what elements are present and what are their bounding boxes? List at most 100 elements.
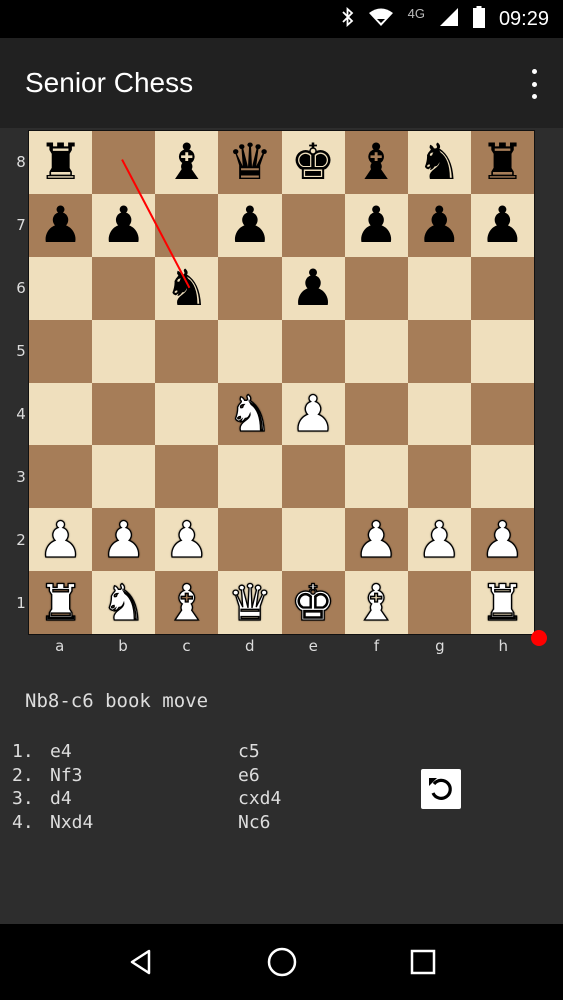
square-d7[interactable]: ♟ xyxy=(218,193,282,257)
square-f2[interactable]: ♟ xyxy=(344,508,408,572)
square-e4[interactable]: ♟ xyxy=(281,382,345,446)
white-knight-icon[interactable]: ♞ xyxy=(101,577,147,628)
square-a8[interactable]: ♜ xyxy=(29,131,93,194)
square-f8[interactable]: ♝ xyxy=(344,131,408,194)
square-h1[interactable]: ♜ xyxy=(470,571,534,634)
square-e7[interactable] xyxy=(281,193,345,257)
black-bishop-icon[interactable]: ♝ xyxy=(354,137,399,187)
overflow-menu-icon[interactable] xyxy=(527,69,541,99)
black-king-icon[interactable]: ♚ xyxy=(291,137,336,187)
white-pawn-icon[interactable]: ♟ xyxy=(290,388,336,439)
back-icon[interactable] xyxy=(121,942,161,982)
black-knight-icon[interactable]: ♞ xyxy=(417,137,462,187)
square-f7[interactable]: ♟ xyxy=(344,193,408,257)
undo-button[interactable] xyxy=(421,769,461,809)
square-a7[interactable]: ♟ xyxy=(29,193,93,257)
square-d6[interactable] xyxy=(218,256,282,320)
square-e8[interactable]: ♚ xyxy=(281,131,345,194)
white-bishop-icon[interactable]: ♝ xyxy=(164,577,210,628)
black-queen-icon[interactable]: ♛ xyxy=(228,137,273,187)
black-pawn-icon[interactable]: ♟ xyxy=(291,263,336,313)
square-a6[interactable] xyxy=(29,256,93,320)
square-b1[interactable]: ♞ xyxy=(92,571,156,634)
square-g4[interactable] xyxy=(407,382,471,446)
square-h6[interactable] xyxy=(470,256,534,320)
white-rook-icon[interactable]: ♜ xyxy=(37,577,83,628)
square-g6[interactable] xyxy=(407,256,471,320)
black-pawn-icon[interactable]: ♟ xyxy=(417,200,462,250)
black-pawn-icon[interactable]: ♟ xyxy=(228,200,273,250)
square-f6[interactable] xyxy=(344,256,408,320)
black-pawn-icon[interactable]: ♟ xyxy=(354,200,399,250)
square-e3[interactable] xyxy=(281,445,345,509)
square-e1[interactable]: ♚ xyxy=(281,571,345,634)
square-h2[interactable]: ♟ xyxy=(470,508,534,572)
square-b7[interactable]: ♟ xyxy=(92,193,156,257)
square-a5[interactable] xyxy=(29,319,93,383)
square-c8[interactable]: ♝ xyxy=(155,131,219,194)
square-c3[interactable] xyxy=(155,445,219,509)
square-c1[interactable]: ♝ xyxy=(155,571,219,634)
square-c7[interactable] xyxy=(155,193,219,257)
square-b3[interactable] xyxy=(92,445,156,509)
white-pawn-icon[interactable]: ♟ xyxy=(479,514,525,565)
recents-icon[interactable] xyxy=(403,942,443,982)
white-bishop-icon[interactable]: ♝ xyxy=(353,577,399,628)
square-g8[interactable]: ♞ xyxy=(407,131,471,194)
square-g3[interactable] xyxy=(407,445,471,509)
square-a1[interactable]: ♜ xyxy=(29,571,93,634)
square-b5[interactable] xyxy=(92,319,156,383)
square-a2[interactable]: ♟ xyxy=(29,508,93,572)
square-h7[interactable]: ♟ xyxy=(470,193,534,257)
square-d8[interactable]: ♛ xyxy=(218,131,282,194)
square-b2[interactable]: ♟ xyxy=(92,508,156,572)
square-a4[interactable] xyxy=(29,382,93,446)
square-e2[interactable] xyxy=(281,508,345,572)
square-d4[interactable]: ♞ xyxy=(218,382,282,446)
square-f3[interactable] xyxy=(344,445,408,509)
square-d1[interactable]: ♛ xyxy=(218,571,282,634)
black-knight-icon[interactable]: ♞ xyxy=(164,263,209,313)
square-f4[interactable] xyxy=(344,382,408,446)
white-pawn-icon[interactable]: ♟ xyxy=(164,514,210,565)
square-h8[interactable]: ♜ xyxy=(470,131,534,194)
square-d2[interactable] xyxy=(218,508,282,572)
white-pawn-icon[interactable]: ♟ xyxy=(101,514,147,565)
square-f1[interactable]: ♝ xyxy=(344,571,408,634)
square-g7[interactable]: ♟ xyxy=(407,193,471,257)
black-rook-icon[interactable]: ♜ xyxy=(480,137,525,187)
square-e6[interactable]: ♟ xyxy=(281,256,345,320)
black-bishop-icon[interactable]: ♝ xyxy=(164,137,209,187)
square-c5[interactable] xyxy=(155,319,219,383)
square-h4[interactable] xyxy=(470,382,534,446)
square-b8[interactable] xyxy=(92,131,156,194)
square-c6[interactable]: ♞ xyxy=(155,256,219,320)
white-rook-icon[interactable]: ♜ xyxy=(479,577,525,628)
white-king-icon[interactable]: ♚ xyxy=(290,577,336,628)
black-rook-icon[interactable]: ♜ xyxy=(38,137,83,187)
square-c4[interactable] xyxy=(155,382,219,446)
black-pawn-icon[interactable]: ♟ xyxy=(38,200,83,250)
square-e5[interactable] xyxy=(281,319,345,383)
square-g5[interactable] xyxy=(407,319,471,383)
square-b6[interactable] xyxy=(92,256,156,320)
square-c2[interactable]: ♟ xyxy=(155,508,219,572)
black-pawn-icon[interactable]: ♟ xyxy=(101,200,146,250)
square-f5[interactable] xyxy=(344,319,408,383)
white-pawn-icon[interactable]: ♟ xyxy=(416,514,462,565)
white-pawn-icon[interactable]: ♟ xyxy=(37,514,83,565)
white-pawn-icon[interactable]: ♟ xyxy=(353,514,399,565)
square-d5[interactable] xyxy=(218,319,282,383)
square-g1[interactable] xyxy=(407,571,471,634)
square-b4[interactable] xyxy=(92,382,156,446)
chess-board[interactable]: ♜ ♝ ♛ ♚ ♝ ♞ ♜ ♟ ♟ ♟ ♟ ♟ ♟ ♞ ♟ ♞ ♟ ♟ ♟ ♟ ♟ ♟ ♟ ♜ ♞ ♝ ♛ ♚ ♝ ♜ xyxy=(28,130,535,635)
black-pawn-icon[interactable]: ♟ xyxy=(480,200,525,250)
white-knight-icon[interactable]: ♞ xyxy=(227,388,273,439)
square-g2[interactable]: ♟ xyxy=(407,508,471,572)
square-d3[interactable] xyxy=(218,445,282,509)
square-h3[interactable] xyxy=(470,445,534,509)
square-a3[interactable] xyxy=(29,445,93,509)
home-icon[interactable] xyxy=(262,942,302,982)
square-h5[interactable] xyxy=(470,319,534,383)
white-queen-icon[interactable]: ♛ xyxy=(227,577,273,628)
